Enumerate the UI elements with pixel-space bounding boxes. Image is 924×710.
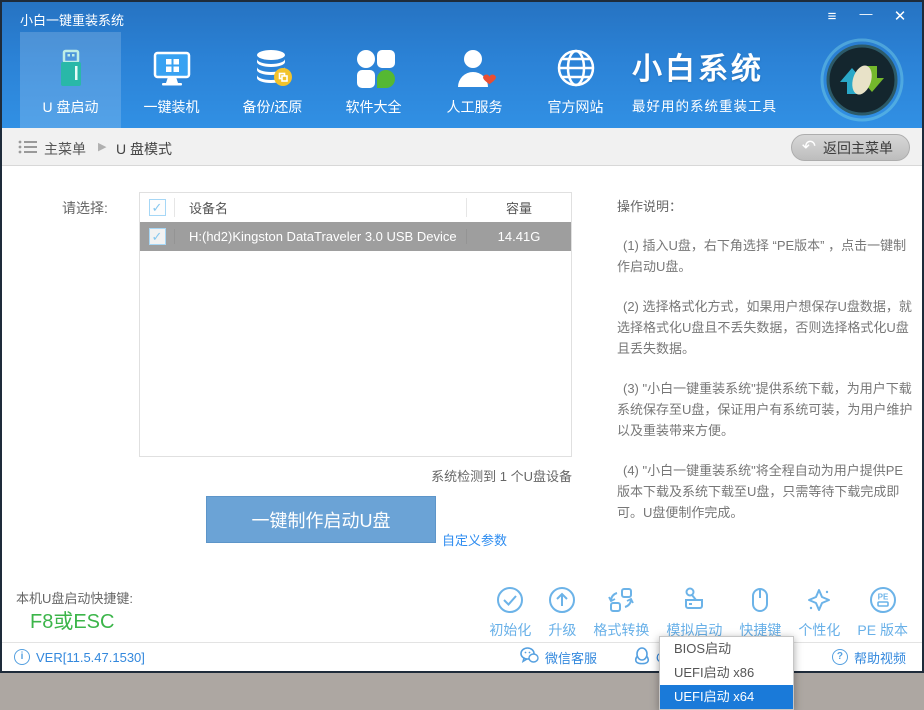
title-bar: 小白一键重装系统 ≡ — ✕ (2, 2, 922, 32)
custom-params-link[interactable]: 自定义参数 (442, 530, 507, 549)
app-title: 小白一键重装系统 (20, 10, 124, 29)
usb-drive-icon (48, 43, 94, 93)
select-prompt: 请选择: (62, 198, 108, 218)
version-info: i VER[11.5.47.1530] (14, 643, 145, 671)
app-window: 小白一键重装系统 ≡ — ✕ U 盘启动 (0, 0, 924, 673)
nav-item-label: U 盘启动 (43, 97, 99, 117)
tool-hotkey[interactable]: 快捷键 (739, 585, 781, 640)
make-boot-usb-button[interactable]: 一键制作启动U盘 (206, 496, 436, 543)
main-nav: U 盘启动 一键装机 (20, 32, 626, 128)
globe-icon (553, 43, 599, 93)
tool-pe-version[interactable]: PE PE 版本 (857, 585, 908, 640)
boot-mode-popup-menu: BIOS启动 UEFI启动 x86 UEFI启动 x64 (659, 636, 794, 710)
back-to-main-menu-button[interactable]: ↶ 返回主菜单 (791, 134, 910, 161)
table-row[interactable]: ✓ H:(hd2)Kingston DataTraveler 3.0 USB D… (140, 222, 571, 251)
list-icon (18, 139, 38, 160)
table-header: ✓ 设备名 容量 (140, 193, 571, 222)
close-icon[interactable]: ✕ (888, 6, 912, 28)
instruction-step: (4) "小白一键重装系统"将全程自动为用户提供PE版本下载及系统下载至U盘，只… (617, 460, 913, 523)
version-text: VER[11.5.47.1530] (36, 650, 145, 665)
instructions-panel: 操作说明： (1) 插入U盘，右下角选择 “PE版本” ，点击一键制作启动U盘。… (617, 196, 913, 543)
nav-item-one-key-install[interactable]: 一键装机 (121, 32, 222, 128)
device-name: H:(hd2)Kingston DataTraveler 3.0 USB Dev… (174, 229, 466, 244)
nav-item-support[interactable]: 人工服务 (424, 32, 525, 128)
menu-item-uefi-x86[interactable]: UEFI启动 x86 (660, 661, 793, 685)
tool-personalize[interactable]: 个性化 (798, 585, 840, 640)
question-icon: ? (832, 649, 848, 665)
brand-logo-icon (820, 38, 904, 122)
tool-initialize[interactable]: 初始化 (489, 585, 531, 640)
instructions-title: 操作说明： (617, 196, 913, 215)
breadcrumb-current: U 盘模式 (116, 139, 172, 159)
help-video-link[interactable]: ? 帮助视频 (832, 643, 906, 671)
nav-item-website[interactable]: 官方网站 (525, 32, 626, 128)
nav-item-label: 备份/还原 (243, 97, 303, 117)
software-grid-icon (351, 43, 397, 93)
tool-simulate-boot[interactable]: 模拟启动 (666, 585, 722, 640)
check-circle-icon (496, 585, 524, 615)
wechat-support-link[interactable]: 微信客服 (520, 643, 597, 671)
select-all-checkbox[interactable]: ✓ (149, 199, 166, 216)
nav-item-usb-boot[interactable]: U 盘启动 (20, 32, 121, 128)
back-arrow-icon: ↶ (802, 138, 816, 155)
instruction-step: (2) 选择格式化方式，如果用户想保存U盘数据，就选择格式化U盘且不丢失数据，否… (617, 296, 913, 359)
nav-item-backup-restore[interactable]: 备份/还原 (222, 32, 323, 128)
instruction-step: (3) "小白一键重装系统"提供系统下载，为用户下载系统保存至U盘，保证用户有系… (617, 378, 913, 441)
brand-name: 小白系统 (632, 44, 777, 88)
menu-item-bios-boot[interactable]: BIOS启动 (660, 637, 793, 661)
joystick-icon (680, 585, 708, 615)
sparkle-star-icon (805, 585, 833, 615)
breadcrumb-root[interactable]: 主菜单 (44, 139, 86, 159)
svg-text:PE: PE (877, 593, 888, 602)
menu-icon[interactable]: ≡ (820, 6, 844, 28)
nav-item-software[interactable]: 软件大全 (323, 32, 424, 128)
backup-database-icon (250, 43, 296, 93)
instruction-step: (1) 插入U盘，右下角选择 “PE版本” ，点击一键制作启动U盘。 (617, 235, 913, 277)
tool-format-convert[interactable]: 格式转换 (593, 585, 649, 640)
hotkey-value: F8或ESC (30, 605, 114, 634)
mouse-icon (746, 585, 774, 615)
arrow-up-circle-icon (548, 585, 576, 615)
header: 小白一键重装系统 ≡ — ✕ U 盘启动 (2, 2, 922, 128)
nav-item-label: 人工服务 (447, 97, 503, 117)
info-icon: i (14, 649, 30, 665)
column-header-capacity: 容量 (466, 198, 571, 217)
convert-icon (607, 585, 635, 615)
device-table: ✓ 设备名 容量 ✓ H:(hd2)Kingston DataTraveler … (139, 192, 572, 457)
device-checkbox[interactable]: ✓ (149, 228, 166, 245)
breadcrumb-arrow-icon: ▶ (98, 140, 106, 153)
column-header-device: 设备名 (174, 198, 466, 217)
nav-item-label: 软件大全 (346, 97, 402, 117)
breadcrumb-bar: 主菜单 ▶ U 盘模式 ↶ 返回主菜单 (2, 128, 922, 166)
monitor-icon (149, 43, 195, 93)
tools-toolbar: 初始化 升级 (489, 585, 908, 640)
nav-item-label: 一键装机 (144, 97, 200, 117)
pe-version-icon: PE (869, 585, 897, 615)
brand-tagline: 最好用的系统重装工具 (632, 95, 777, 115)
detect-note: 系统检测到 1 个U盘设备 (139, 466, 572, 485)
window-controls: ≡ — ✕ (820, 6, 912, 28)
brand-block: 小白系统 最好用的系统重装工具 (632, 44, 777, 115)
menu-item-uefi-x64[interactable]: UEFI启动 x64 (660, 685, 793, 709)
nav-item-label: 官方网站 (548, 97, 604, 117)
qq-penguin-icon (634, 647, 650, 668)
support-person-icon (452, 43, 498, 93)
wechat-icon (520, 647, 539, 667)
device-capacity: 14.41G (466, 229, 571, 244)
minimize-icon[interactable]: — (854, 6, 878, 28)
tool-upgrade[interactable]: 升级 (548, 585, 576, 640)
